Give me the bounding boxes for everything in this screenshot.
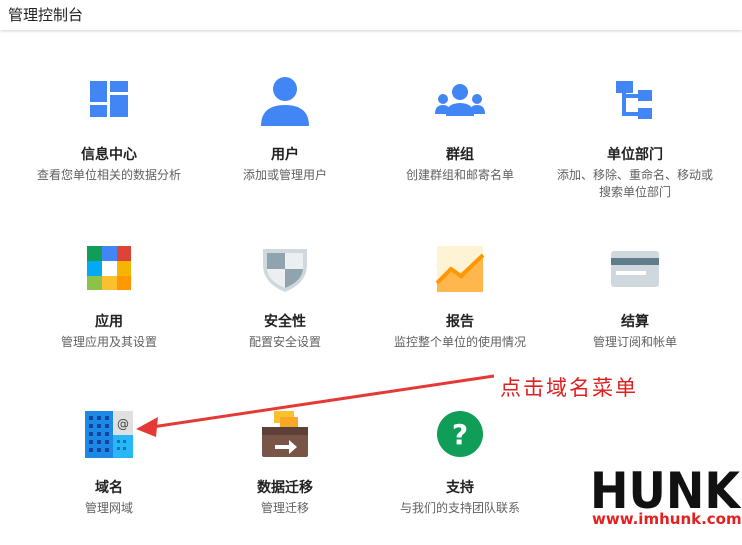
svg-text:HUNK: HUNK (590, 464, 742, 514)
watermark-logo: HUNK www.imhunk.com (588, 462, 742, 534)
watermark-url: www.imhunk.com (592, 510, 742, 528)
annotation-text: 点击域名菜单 (500, 376, 638, 400)
hunk-logo-icon: HUNK (590, 462, 742, 520)
